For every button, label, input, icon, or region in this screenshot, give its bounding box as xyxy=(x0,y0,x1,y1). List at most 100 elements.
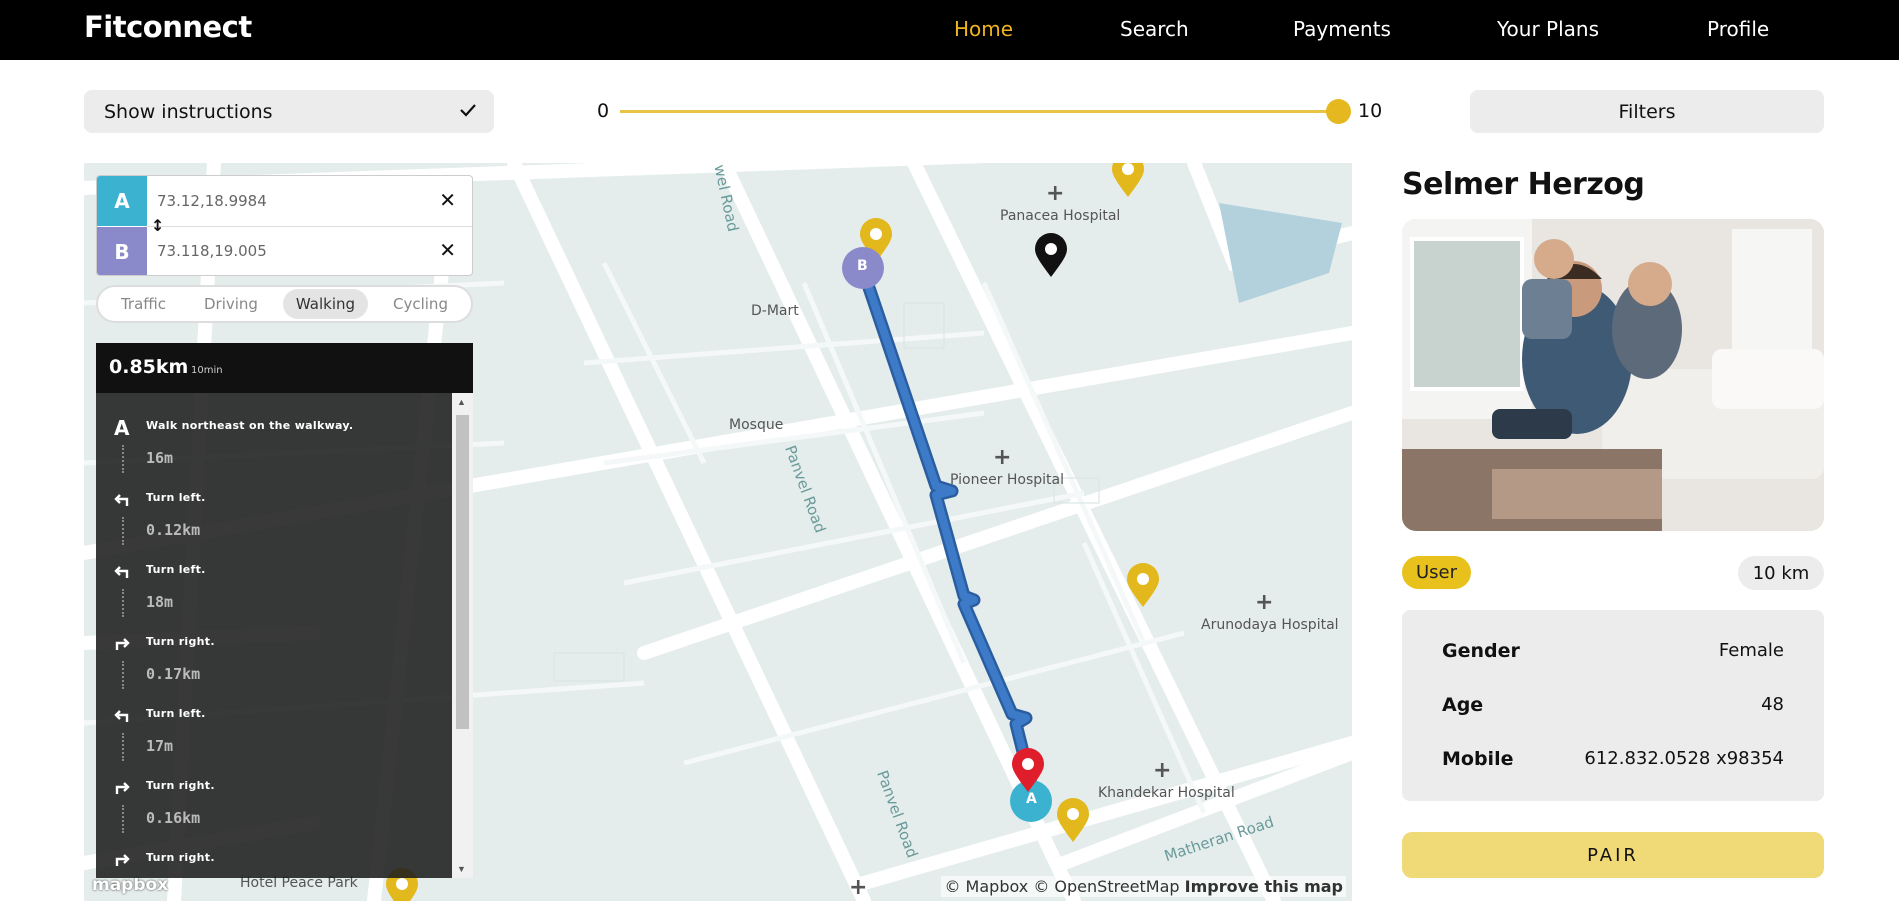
route-step[interactable]: Turn left. 18m xyxy=(96,549,452,621)
detail-key: Mobile xyxy=(1442,748,1514,770)
scroll-up-icon[interactable]: ▲ xyxy=(457,397,466,407)
poi-arunodaya-hospital[interactable]: Arunodaya Hospital xyxy=(1201,617,1339,633)
step-connector xyxy=(122,517,124,545)
checkmark-icon xyxy=(460,103,476,122)
routing-profile-tabs: Traffic Driving Walking Cycling xyxy=(96,285,473,323)
origin-a-icon: A xyxy=(114,416,130,440)
improve-map-link[interactable]: Improve this map xyxy=(1185,877,1343,896)
poi-dmart[interactable]: D-Mart xyxy=(751,303,799,319)
detail-value: 612.832.0528 x98354 xyxy=(1584,748,1784,769)
route-step[interactable]: Turn left. 0.12km xyxy=(96,477,452,549)
user-name: Selmer Herzog xyxy=(1402,167,1645,202)
role-badge: User xyxy=(1402,556,1472,589)
hospital-icon: + xyxy=(849,875,868,900)
show-instructions-label: Show instructions xyxy=(104,101,273,123)
hospital-icon: + xyxy=(1255,590,1274,615)
black-map-pin-icon[interactable] xyxy=(1033,233,1069,279)
top-navbar: Fitconnect Home Search Payments Your Pla… xyxy=(0,0,1899,60)
route-step[interactable]: Turn right. xyxy=(96,837,452,878)
step-connector xyxy=(122,589,124,617)
origin-input[interactable] xyxy=(157,181,427,221)
user-details-card: Gender Female Age 48 Mobile 612.832.0528… xyxy=(1402,610,1824,801)
step-distance: 0.17km xyxy=(146,665,201,683)
clear-origin-icon[interactable]: ✕ xyxy=(439,188,456,212)
detail-row-age: Age 48 xyxy=(1442,694,1784,720)
route-step[interactable]: Turn right. 0.17km xyxy=(96,621,452,693)
pair-button[interactable]: PAIR xyxy=(1402,832,1824,878)
selected-pin-icon[interactable] xyxy=(1010,748,1046,794)
distance-range-thumb[interactable] xyxy=(1326,99,1351,124)
steps-scrollbar[interactable]: ▲ ▼ xyxy=(452,393,473,878)
step-instruction: Turn right. xyxy=(146,851,215,864)
waypoint-inputs: A ✕ ↕ B ✕ xyxy=(96,175,473,276)
route-duration: 10min xyxy=(191,365,223,376)
scroll-down-icon[interactable]: ▼ xyxy=(457,864,466,874)
route-marker-b-label: B xyxy=(857,258,868,274)
detail-key: Gender xyxy=(1442,640,1520,662)
osm-attribution-link[interactable]: © OpenStreetMap xyxy=(1033,877,1179,896)
mapbox-logo[interactable]: mapbox xyxy=(92,875,168,895)
map-pin-icon[interactable] xyxy=(1055,798,1091,844)
step-instruction: Turn left. xyxy=(146,707,206,720)
step-distance: 17m xyxy=(146,737,174,755)
step-connector xyxy=(122,805,124,833)
distance-range-slider[interactable] xyxy=(620,110,1338,113)
map-pin-icon[interactable] xyxy=(1110,163,1146,199)
poi-pioneer-hospital[interactable]: Pioneer Hospital xyxy=(950,472,1064,488)
app-logo[interactable]: Fitconnect xyxy=(84,10,252,44)
turn-right-icon xyxy=(114,635,132,653)
route-step[interactable]: Turn left. 17m xyxy=(96,693,452,765)
distance-range-min: 0 xyxy=(597,100,610,122)
destination-marker: B xyxy=(97,227,147,275)
step-connector xyxy=(122,445,124,473)
poi-khandekar-hospital[interactable]: Khandekar Hospital xyxy=(1098,785,1235,801)
step-distance: 16m xyxy=(146,449,174,467)
hospital-icon: + xyxy=(1153,758,1172,783)
tab-walking[interactable]: Walking xyxy=(282,289,369,319)
route-step[interactable]: Turn right. 0.16km xyxy=(96,765,452,837)
route-step[interactable]: A Walk northeast on the walkway. 16m xyxy=(96,405,452,477)
route-distance: 0.85km xyxy=(109,356,189,378)
hospital-icon: + xyxy=(1046,181,1065,206)
turn-right-icon xyxy=(114,779,132,797)
detail-key: Age xyxy=(1442,694,1484,716)
tab-traffic[interactable]: Traffic xyxy=(108,289,179,319)
nav-home[interactable]: Home xyxy=(954,17,1013,41)
nav-payments[interactable]: Payments xyxy=(1293,17,1391,41)
turn-left-icon xyxy=(114,707,132,725)
detail-value: Female xyxy=(1718,640,1784,661)
detail-row-gender: Gender Female xyxy=(1442,640,1784,666)
destination-input[interactable] xyxy=(157,231,427,271)
distance-range-max: 10 xyxy=(1358,100,1383,122)
tab-cycling[interactable]: Cycling xyxy=(380,289,461,319)
poi-mosque[interactable]: Mosque xyxy=(729,417,783,433)
step-instruction: Turn right. xyxy=(146,779,215,792)
user-photo xyxy=(1402,219,1824,531)
step-distance: 0.12km xyxy=(146,521,201,539)
route-steps-list[interactable]: A Walk northeast on the walkway. 16m Tur… xyxy=(96,393,473,878)
tab-driving[interactable]: Driving xyxy=(191,289,271,319)
nav-your-plans[interactable]: Your Plans xyxy=(1497,17,1599,41)
mapbox-attribution-link[interactable]: © Mapbox xyxy=(944,877,1028,896)
route-summary[interactable]: 0.85km 10min xyxy=(96,343,473,393)
map-attribution: © Mapbox © OpenStreetMap Improve this ma… xyxy=(941,876,1346,897)
step-distance: 0.16km xyxy=(146,809,201,827)
nav-search[interactable]: Search xyxy=(1120,17,1189,41)
step-instruction: Walk northeast on the walkway. xyxy=(146,419,354,432)
step-instruction: Turn left. xyxy=(146,491,206,504)
clear-destination-icon[interactable]: ✕ xyxy=(439,238,456,262)
origin-marker: A xyxy=(97,176,147,226)
map-pin-icon[interactable] xyxy=(1125,563,1161,609)
distance-badge: 10 km xyxy=(1738,556,1824,590)
hospital-icon: + xyxy=(993,445,1012,470)
step-instruction: Turn left. xyxy=(146,563,206,576)
show-instructions-toggle[interactable]: Show instructions xyxy=(84,90,494,133)
filters-button[interactable]: Filters xyxy=(1470,90,1824,133)
step-connector xyxy=(122,733,124,761)
nav-profile[interactable]: Profile xyxy=(1707,17,1769,41)
scrollbar-thumb[interactable] xyxy=(456,415,469,729)
turn-left-icon xyxy=(114,563,132,581)
step-distance: 18m xyxy=(146,593,174,611)
poi-panacea-hospital[interactable]: Panacea Hospital xyxy=(1000,208,1120,224)
turn-right-icon xyxy=(114,851,132,869)
